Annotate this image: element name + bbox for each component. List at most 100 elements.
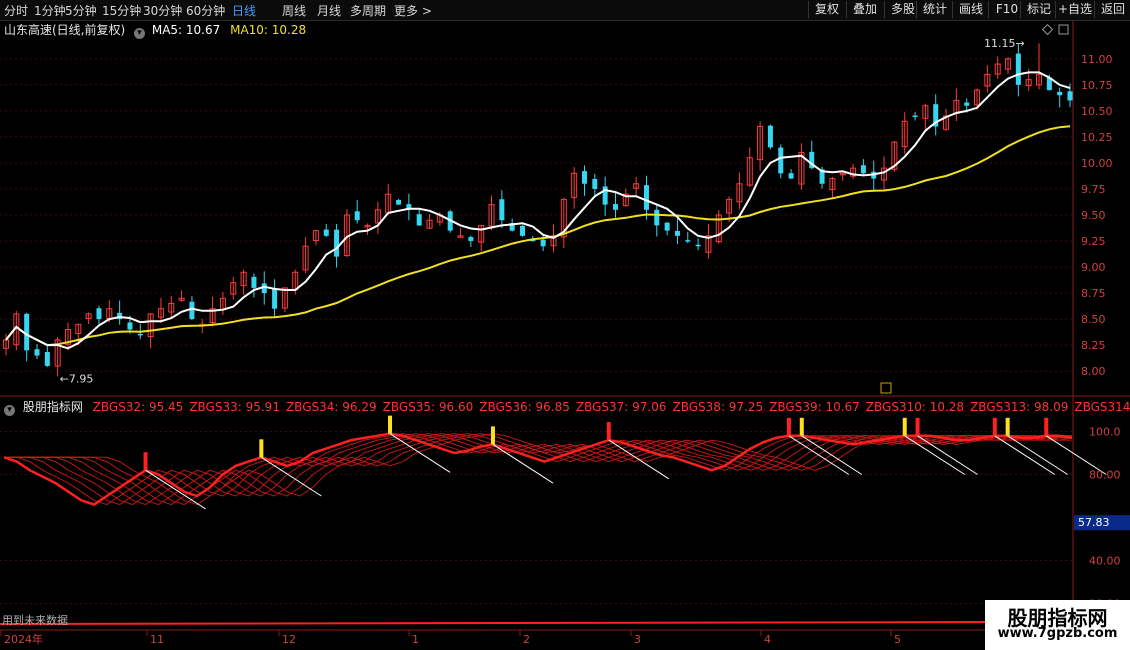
indicator-baseline: [0, 621, 986, 625]
indicator-ribbon-line: [4, 433, 1072, 506]
indicator-current-value: 57.83: [1078, 516, 1110, 529]
candle-body-down: [1067, 91, 1073, 101]
candle-body-down: [964, 102, 970, 106]
candle-body-down: [788, 173, 794, 179]
indicator-tick-label: 100.0: [1089, 426, 1121, 439]
price-tick-label: 10.50: [1081, 105, 1113, 118]
signal-bar: [915, 417, 920, 436]
candle-body-down: [695, 244, 701, 247]
indicator-value-5: ZBGS37: 97.06: [575, 400, 667, 414]
candle-body-down: [654, 209, 660, 226]
indicator-value-6: ZBGS38: 97.25: [672, 400, 764, 414]
candle-body-down: [520, 225, 526, 236]
price-tick-label: 11.00: [1081, 53, 1113, 66]
price-tick-label: 8.50: [1081, 313, 1106, 326]
candle-body-down: [251, 276, 257, 288]
forecast-line: [994, 435, 1056, 475]
indicator-name: 股朋指标网: [22, 400, 83, 414]
candle-body-down: [468, 237, 474, 242]
signal-bar: [1044, 417, 1049, 436]
forecast-line: [1007, 435, 1068, 475]
indicator-ribbon-line: [4, 433, 1073, 506]
time-tick-label: 11: [150, 633, 164, 646]
price-tick-label: 9.50: [1081, 209, 1106, 222]
candle-body-down: [612, 204, 618, 210]
signal-bar: [799, 417, 804, 436]
candle-body-down: [396, 199, 402, 205]
candle-body-down: [685, 240, 691, 242]
candle-body-down: [778, 147, 784, 174]
candle-body-down: [96, 308, 102, 320]
indicator-ribbon-line: [4, 433, 1073, 506]
price-tick-label: 8.25: [1081, 339, 1106, 352]
maximize-icon: [1058, 24, 1069, 35]
price-tick-label: 10.75: [1081, 79, 1113, 92]
price-tick-label: 8.00: [1081, 365, 1106, 378]
candle-body-down: [189, 301, 195, 320]
signal-bar: [143, 452, 148, 471]
indicator-value-10: ZBGS314: 98.25: [1074, 400, 1130, 414]
indicator-thick-line: [3, 432, 1073, 506]
candle-body-down: [354, 211, 360, 221]
indicator-tick-label: 80.00: [1089, 469, 1121, 482]
moving-averages: [5, 71, 1071, 350]
indicator-ribbon-line: [3, 433, 1073, 506]
axes: 8.00 8.25 8.50 8.75 9.00 9.25 9.50 9.75 10.00 10.…: [0, 23, 1130, 646]
signal-bar: [606, 422, 611, 441]
candle-body-down: [592, 178, 598, 189]
indicator-lines: [3, 415, 1107, 510]
ma5-line: [5, 71, 1071, 350]
diamond-icon: [1041, 23, 1054, 36]
future-data-note: 用到未来数据: [2, 613, 68, 627]
indicator-dropdown-icon[interactable]: ▾: [4, 405, 15, 416]
candle-body-down: [272, 288, 278, 309]
time-tick-label: 1: [412, 633, 419, 646]
candle-body-down: [416, 214, 422, 226]
forecast-line: [608, 439, 670, 480]
signal-bar: [490, 426, 495, 445]
indicator-values: ZBGS32: 95.45 ZBGS33: 95.91 ZBGS34: 96.29 Z…: [87, 400, 1130, 414]
price-candles: [3, 43, 1073, 377]
indicator-value-7: ZBGS39: 10.67: [769, 400, 860, 414]
candle-body-down: [581, 171, 587, 184]
candle-body-down: [912, 115, 918, 117]
time-tick-label: 2024年: [4, 632, 43, 646]
indicator-value-9: ZBGS313: 98.09: [970, 400, 1069, 414]
price-tick-label: 9.00: [1081, 261, 1106, 274]
signal-bar: [992, 417, 997, 436]
indicator-ribbon-line: [4, 433, 1073, 506]
indicator-main-line: [3, 432, 1073, 506]
time-tick-label: 12: [282, 633, 296, 646]
time-tick-label: 5: [894, 633, 901, 646]
candle-body-down: [34, 349, 40, 356]
chart-canvas: 8.00 8.25 8.50 8.75 9.00 9.25 9.50 9.75 10.00 10.…: [0, 20, 1130, 646]
price-tick-label: 8.75: [1081, 287, 1106, 300]
time-tick-label: 2: [523, 633, 530, 646]
price-tick-label: 10.00: [1081, 157, 1113, 170]
signal-bar: [1005, 417, 1010, 436]
indicator-value-0: ZBGS32: 95.45: [92, 400, 184, 414]
indicator-info-bar: ▾ 股朋指标网 ZBGS32: 95.45 ZBGS33: 95.91 ZBGS34…: [4, 398, 1130, 416]
indicator-value-8: ZBGS310: 10.28: [865, 400, 965, 414]
candle-body-down: [323, 229, 329, 236]
candle-body-down: [24, 313, 30, 351]
candle-body-down: [540, 239, 546, 247]
candle-body-down: [1057, 91, 1063, 96]
candle-body-down: [643, 185, 649, 210]
time-tick-label: 3: [634, 633, 641, 646]
candle-body-down: [767, 125, 773, 148]
indicator-ribbon-line: [4, 433, 1073, 506]
candle-body-down: [334, 229, 340, 257]
signal-bar: [388, 415, 393, 434]
indicator-value-3: ZBGS35: 96.60: [382, 400, 474, 414]
price-tick-label: 9.75: [1081, 183, 1106, 196]
candle-body-down: [499, 199, 505, 221]
candle-body-down: [860, 165, 866, 174]
indicator-ribbon-line: [4, 433, 1072, 506]
high-marker: 11.15→: [984, 37, 1025, 50]
indicator-value-1: ZBGS33: 95.91: [189, 400, 280, 414]
price-tick-label: 10.25: [1081, 131, 1113, 144]
ma10-line: [5, 125, 1071, 347]
indicator-ribbon-line: [4, 433, 1072, 506]
price-tick-label: 9.25: [1081, 235, 1106, 248]
